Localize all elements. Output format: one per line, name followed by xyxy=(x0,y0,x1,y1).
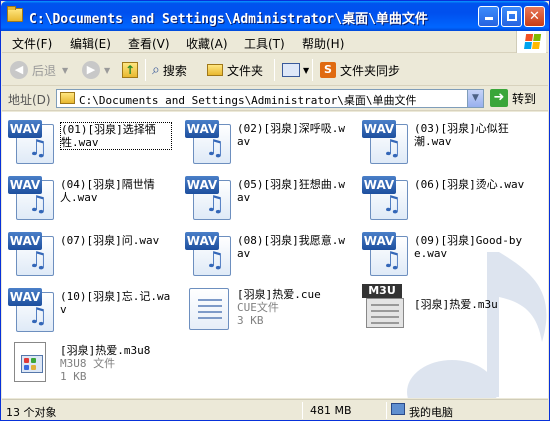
file-name: (10)[羽泉]忘.记.wav xyxy=(60,290,171,316)
up-folder-icon: ↑ xyxy=(122,62,138,78)
go-button[interactable]: ➜ 转到 xyxy=(490,89,536,107)
object-count: 13 个对象 xyxy=(6,406,57,419)
cue-file-icon xyxy=(185,286,231,332)
file-name: [羽泉]热爱.m3u xyxy=(414,298,498,311)
wav-file-icon: WAV ♫ xyxy=(185,228,233,276)
location-label: 我的电脑 xyxy=(409,406,453,419)
file-name: (09)[羽泉]Good-bye.wav xyxy=(414,234,523,260)
menu-favorites[interactable]: 收藏(A) xyxy=(186,35,228,52)
file-item-wav[interactable]: WAV ♫ (09)[羽泉]Good-bye.wav xyxy=(358,226,528,276)
back-dropdown-icon: ▼ xyxy=(62,65,69,75)
file-item-m3u[interactable]: M3U [羽泉]热爱.m3u xyxy=(358,282,528,332)
forward-dropdown-icon: ▼ xyxy=(104,65,111,75)
file-item-wav[interactable]: WAV ♫ (06)[羽泉]烫心.wav xyxy=(358,170,528,220)
address-path: C:\Documents and Settings\Administrator\… xyxy=(79,94,417,107)
maximize-icon xyxy=(506,11,517,21)
file-type: M3U8 文件 xyxy=(60,357,116,370)
windows-flag-icon xyxy=(524,34,542,50)
folders-button[interactable]: 文件夹 xyxy=(207,60,263,80)
wav-file-icon: WAV ♫ xyxy=(185,172,233,220)
search-label: 搜索 xyxy=(162,63,187,78)
title-bar[interactable]: C:\Documents and Settings\Administrator\… xyxy=(1,1,549,31)
address-field[interactable]: C:\Documents and Settings\Administrator\… xyxy=(56,89,484,108)
address-label: 地址(D) xyxy=(8,93,51,107)
file-name: (08)[羽泉]我愿意.wav xyxy=(237,234,345,260)
window-title: C:\Documents and Settings\Administrator\… xyxy=(29,12,428,27)
address-bar: 地址(D) C:\Documents and Settings\Administ… xyxy=(2,87,548,111)
file-name: (04)[羽泉]隔世情人.wav xyxy=(60,178,155,204)
file-type: CUE文件 xyxy=(237,301,279,314)
m3u-file-icon: M3U xyxy=(362,284,408,332)
total-size: 481 MB xyxy=(310,404,352,417)
my-computer-icon xyxy=(391,403,405,415)
folder-sync-label: 文件夹同步 xyxy=(340,63,401,78)
close-button[interactable]: ✕ xyxy=(524,6,545,27)
m3u8-file-icon xyxy=(12,342,52,390)
file-item-wav[interactable]: WAV ♫ (02)[羽泉]深呼吸.wav xyxy=(181,114,351,164)
minimize-button[interactable] xyxy=(478,6,499,27)
file-name: (02)[羽泉]深呼吸.wav xyxy=(237,122,345,148)
menu-file[interactable]: 文件(F) xyxy=(12,35,52,52)
file-name: [羽泉]热爱.cue xyxy=(237,288,321,301)
toolbar: ◀ 后退 ▼ ▶ ▼ ↑ ⌕ 搜索 文件夹 ▼ S 文件夹同步 xyxy=(2,54,548,86)
windows-logo xyxy=(516,31,546,53)
wav-file-icon: WAV ♫ xyxy=(185,116,233,164)
wav-file-icon: WAV ♫ xyxy=(362,228,410,276)
menu-bar: 文件(F) 编辑(E) 查看(V) 收藏(A) 工具(T) 帮助(H) xyxy=(2,31,548,53)
search-button[interactable]: ⌕ 搜索 xyxy=(152,60,187,80)
wav-file-icon: WAV ♫ xyxy=(8,116,56,164)
back-button[interactable]: ◀ 后退 ▼ xyxy=(10,60,68,80)
folder-sync-button[interactable]: S 文件夹同步 xyxy=(320,60,400,80)
views-icon xyxy=(282,63,300,77)
go-arrow-icon: ➜ xyxy=(490,89,508,107)
wav-file-icon: WAV ♫ xyxy=(8,228,56,276)
wav-file-icon: WAV ♫ xyxy=(8,172,56,220)
search-icon: ⌕ xyxy=(152,62,160,78)
file-item-wav[interactable]: WAV ♫ (01)[羽泉]选择牺牲.wav xyxy=(4,114,174,164)
file-size: 1 KB xyxy=(60,370,87,383)
address-dropdown-button[interactable]: ▼ xyxy=(467,90,483,107)
file-name: (05)[羽泉]狂想曲.wav xyxy=(237,178,345,204)
folders-icon xyxy=(207,64,223,76)
maximize-button[interactable] xyxy=(501,6,522,27)
folders-label: 文件夹 xyxy=(227,63,264,78)
menu-tools[interactable]: 工具(T) xyxy=(244,35,285,52)
file-item-wav[interactable]: WAV ♫ (05)[羽泉]狂想曲.wav xyxy=(181,170,351,220)
file-item-m3u8[interactable]: [羽泉]热爱.m3u8 M3U8 文件 1 KB xyxy=(4,340,174,396)
file-name: (03)[羽泉]心似狂潮.wav xyxy=(414,122,509,148)
file-list[interactable]: WAV ♫ (01)[羽泉]选择牺牲.wav WAV ♫ (02)[羽泉]深呼吸.w… xyxy=(2,112,548,398)
menu-edit[interactable]: 编辑(E) xyxy=(70,35,111,52)
file-item-wav[interactable]: WAV ♫ (03)[羽泉]心似狂潮.wav xyxy=(358,114,528,164)
forward-button[interactable]: ▶ ▼ xyxy=(82,60,110,80)
wav-file-icon: WAV ♫ xyxy=(362,116,410,164)
explorer-window: C:\Documents and Settings\Administrator\… xyxy=(0,0,550,421)
file-item-wav[interactable]: WAV ♫ (08)[羽泉]我愿意.wav xyxy=(181,226,351,276)
file-name: (06)[羽泉]烫心.wav xyxy=(414,178,525,191)
minimize-icon xyxy=(484,17,493,20)
views-button[interactable]: ▼ xyxy=(282,60,309,80)
file-item-wav[interactable]: WAV ♫ (10)[羽泉]忘.记.wav xyxy=(4,282,174,332)
file-item-cue[interactable]: [羽泉]热爱.cue CUE文件 3 KB xyxy=(181,282,351,338)
file-size: 3 KB xyxy=(237,314,264,327)
wav-file-icon: WAV ♫ xyxy=(362,172,410,220)
back-arrow-icon: ◀ xyxy=(10,61,28,79)
back-label: 后退 xyxy=(32,63,57,78)
go-label: 转到 xyxy=(512,91,537,106)
status-bar: 13 个对象 481 MB 我的电脑 xyxy=(2,399,548,420)
file-name: (01)[羽泉]选择牺牲.wav xyxy=(60,122,172,150)
forward-arrow-icon: ▶ xyxy=(82,61,100,79)
up-folder-button[interactable]: ↑ xyxy=(122,60,138,80)
wav-file-icon: WAV ♫ xyxy=(8,284,56,332)
sync-icon: S xyxy=(320,62,336,78)
folder-icon xyxy=(7,6,23,22)
menu-view[interactable]: 查看(V) xyxy=(128,35,170,52)
views-dropdown-icon: ▼ xyxy=(303,65,310,75)
folder-icon xyxy=(60,92,75,104)
menu-help[interactable]: 帮助(H) xyxy=(302,35,344,52)
file-name: (07)[羽泉]问.wav xyxy=(60,234,160,247)
file-item-wav[interactable]: WAV ♫ (04)[羽泉]隔世情人.wav xyxy=(4,170,174,220)
file-name: [羽泉]热爱.m3u8 xyxy=(60,344,151,357)
file-item-wav[interactable]: WAV ♫ (07)[羽泉]问.wav xyxy=(4,226,174,276)
